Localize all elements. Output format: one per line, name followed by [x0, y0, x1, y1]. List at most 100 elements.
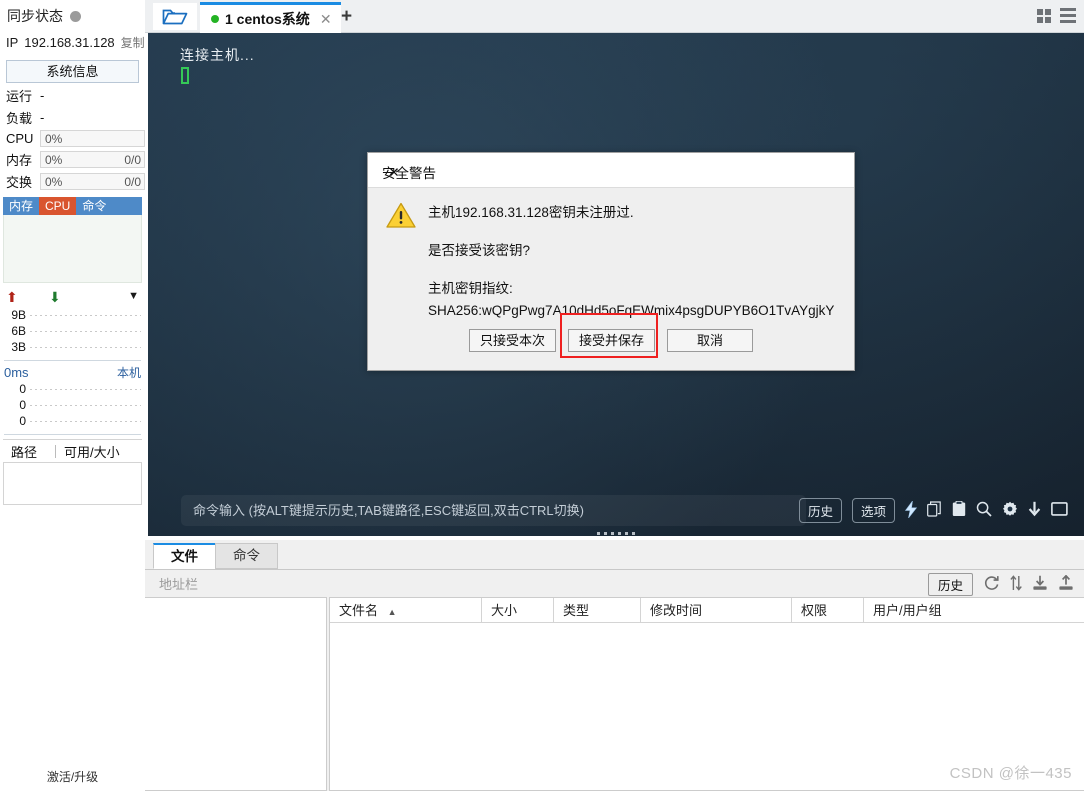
column-type[interactable]: 类型	[554, 598, 641, 622]
disk-col-path[interactable]: 路径	[3, 442, 55, 461]
connection-status-dot-icon	[211, 15, 219, 23]
file-panel-toolbar: 历史	[927, 573, 1074, 596]
latency-graph: 0 0 0	[4, 381, 141, 429]
status-dot-icon	[70, 10, 81, 22]
download-file-icon[interactable]	[1032, 575, 1048, 594]
column-modified-time[interactable]: 修改时间	[641, 598, 792, 622]
address-bar-input[interactable]: 地址栏	[153, 576, 754, 594]
search-icon[interactable]	[976, 501, 992, 520]
sync-status-row: 同步状态	[0, 0, 145, 26]
dialog-message-line-1: 主机192.168.31.128密钥未注册过.	[428, 205, 634, 220]
block-cursor	[181, 67, 189, 84]
sidebar-process-pane	[3, 215, 142, 283]
uptime-row: 运行 -	[0, 83, 145, 105]
network-scale-label: 9B	[11, 308, 26, 322]
cpu-meter-bar: 0%	[40, 130, 145, 147]
terminal-tab-centos[interactable]: 1 centos系统 ✕	[200, 2, 341, 33]
cancel-button[interactable]: 取消	[667, 329, 754, 352]
column-label: 权限	[801, 603, 828, 618]
latency-value: 0ms	[4, 365, 29, 380]
plus-icon[interactable]: +	[341, 6, 352, 28]
warning-triangle-icon	[386, 202, 416, 234]
sidebar-tab-command[interactable]: 命令	[76, 197, 112, 215]
paste-icon[interactable]	[952, 500, 966, 520]
latency-scale-row: 0	[4, 413, 141, 429]
sshclient-window: 同步状态 IP 192.168.31.128 复制 系统信息 运行 - 负载 -…	[0, 0, 1084, 791]
command-toolbar: 历史 选项	[798, 495, 1068, 526]
sidebar-tab-cpu[interactable]: CPU	[39, 197, 77, 215]
disk-col-free-size[interactable]: 可用/大小	[56, 442, 120, 461]
network-scale-row: 6B	[4, 323, 141, 339]
memory-meter-label: 内存	[6, 153, 33, 168]
divider	[4, 434, 141, 435]
security-warning-dialog[interactable]: 安全警告 ✕ 主机192.168.31.128密钥未注册过. 是否接受该密钥? …	[367, 152, 855, 371]
cpu-meter-row: CPU 0%	[0, 127, 145, 147]
chevron-down-icon[interactable]: ▼	[128, 290, 139, 302]
accept-and-save-button[interactable]: 接受并保存	[568, 329, 656, 352]
memory-meter-row: 内存 0% 0/0	[0, 147, 145, 169]
sidebar-tab-memory[interactable]: 内存	[3, 197, 39, 215]
column-filename[interactable]: 文件名 ▲	[330, 598, 482, 622]
dialog-body: 主机192.168.31.128密钥未注册过. 是否接受该密钥? 主机密钥指纹:…	[368, 188, 854, 318]
column-user-group[interactable]: 用户/用户组	[864, 598, 1044, 622]
options-button[interactable]: 选项	[851, 498, 895, 523]
copy-icon[interactable]	[927, 501, 942, 520]
swap-meter-bar: 0% 0/0	[40, 173, 145, 190]
memory-meter-bar: 0% 0/0	[40, 151, 145, 168]
column-label: 用户/用户组	[873, 603, 942, 618]
sort-icon[interactable]	[1010, 575, 1022, 594]
hamburger-menu-icon[interactable]	[1060, 8, 1076, 23]
left-sidebar: 同步状态 IP 192.168.31.128 复制 系统信息 运行 - 负载 -…	[0, 0, 145, 791]
latency-scale-row: 0	[4, 397, 141, 413]
load-value: -	[40, 110, 45, 125]
latency-scale-label: 0	[19, 414, 26, 428]
command-input[interactable]: 命令输入 (按ALT键提示历史,TAB键路径,ESC键返回,双击CTRL切换)	[181, 495, 806, 526]
swap-meter-label: 交换	[6, 175, 33, 190]
pane-splitter-handle[interactable]	[148, 530, 1084, 536]
network-scale-row: 9B	[4, 307, 141, 323]
tab-underline	[145, 569, 1084, 570]
file-history-button[interactable]: 历史	[927, 573, 973, 596]
load-row: 负载 -	[0, 105, 145, 127]
close-icon[interactable]: ✕	[320, 11, 332, 28]
network-graph: 9B 6B 3B	[4, 307, 141, 355]
latency-gridline	[30, 420, 141, 422]
column-permissions[interactable]: 权限	[792, 598, 864, 622]
file-manager-panel: 文件 命令 地址栏 历史 文件名 ▲ 大小 类型 修改时间 权限 用户/用户组 …	[145, 540, 1084, 791]
upload-file-icon[interactable]	[1058, 574, 1074, 594]
column-label: 文件名	[339, 603, 379, 618]
system-info-button[interactable]: 系统信息	[6, 60, 139, 83]
download-icon[interactable]	[1028, 501, 1041, 520]
latency-gridline	[30, 388, 141, 390]
memory-meter-ratio: 0/0	[124, 153, 141, 167]
copy-ip-button[interactable]: 复制	[121, 34, 145, 51]
history-button[interactable]: 历史	[798, 498, 842, 523]
close-icon[interactable]: ✕	[382, 162, 406, 184]
ip-label: IP	[6, 35, 19, 50]
latency-header: 0ms 本机	[4, 364, 141, 381]
ip-row: IP 192.168.31.128 复制	[0, 26, 145, 51]
folder-open-icon[interactable]	[153, 3, 197, 30]
tab-files[interactable]: 文件	[153, 543, 216, 569]
latency-gridline	[30, 404, 141, 406]
memory-meter-percent: 0%	[45, 153, 63, 167]
lightning-icon[interactable]	[904, 500, 918, 521]
column-size[interactable]: 大小	[482, 598, 554, 622]
tab-commands[interactable]: 命令	[215, 543, 278, 569]
accept-once-button[interactable]: 只接受本次	[468, 329, 556, 352]
terminal-output-line: 连接主机...	[180, 47, 255, 63]
activate-upgrade-link[interactable]: 激活/升级	[0, 768, 145, 785]
refresh-icon[interactable]	[983, 575, 1000, 594]
window-icon[interactable]	[1051, 502, 1068, 519]
latency-scale-row: 0	[4, 381, 141, 397]
gear-icon[interactable]	[1002, 501, 1018, 520]
network-graph-header: ⬆ ⬇ ▼	[4, 289, 141, 307]
column-label: 修改时间	[650, 603, 703, 618]
tab-label: 1 centos系统	[225, 11, 310, 27]
watermark: CSDN @徐一435	[949, 765, 1072, 782]
dialog-message-line-2: 是否接受该密钥?	[428, 242, 531, 258]
load-label: 负载	[6, 111, 33, 126]
directory-tree-pane[interactable]	[145, 597, 327, 791]
grid-layout-icon[interactable]	[1037, 8, 1051, 23]
tab-bar: 1 centos系统 ✕ +	[145, 0, 1084, 33]
